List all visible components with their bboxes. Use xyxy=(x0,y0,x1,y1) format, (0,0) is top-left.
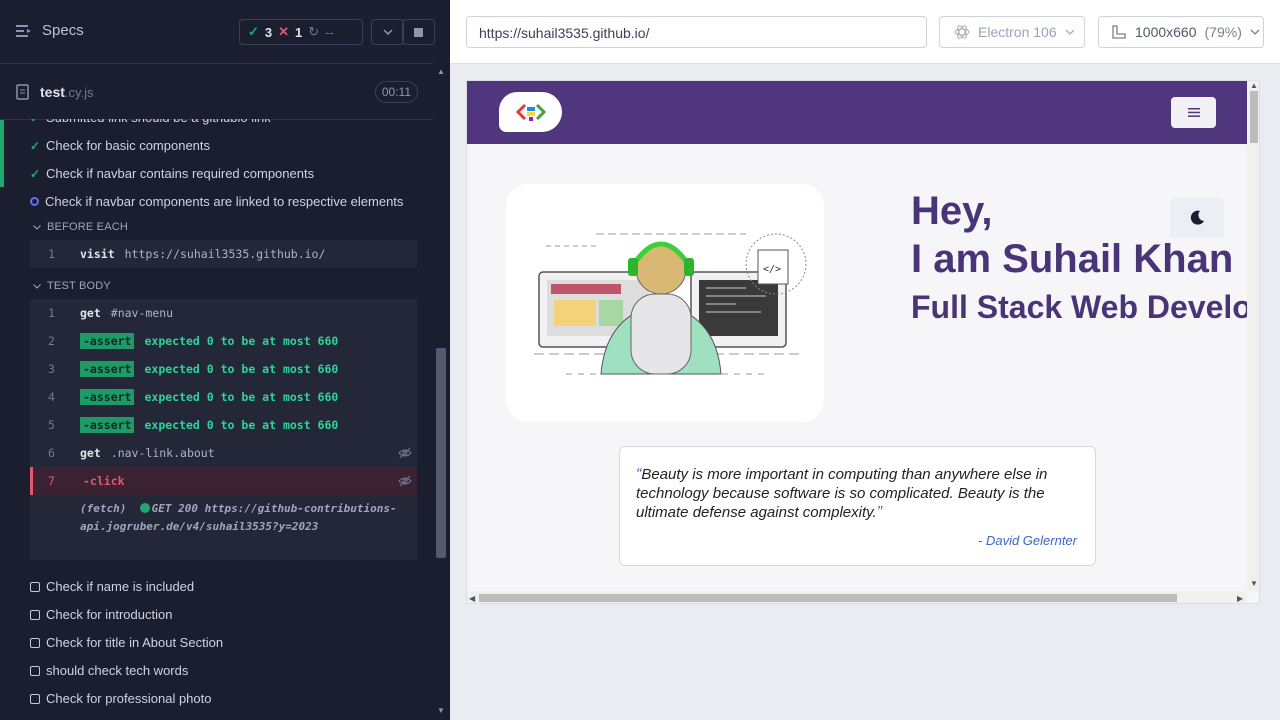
test-item[interactable]: Check for title in About Section xyxy=(30,635,223,650)
chevron-down-icon xyxy=(1250,29,1260,35)
collapse-button[interactable] xyxy=(371,19,404,45)
checkbox-icon xyxy=(30,637,40,648)
command-row-failed[interactable]: 7 -click xyxy=(30,467,417,495)
viewport-selector[interactable]: 1000x660 (79%) xyxy=(1098,16,1264,48)
chevron-down-icon xyxy=(33,224,41,230)
reporter-panel: Specs ✓ 3 ✕ 1 ↻ -- test.cy.js 00:11 ✓ Su… xyxy=(0,0,450,720)
pending-count: -- xyxy=(325,24,334,40)
iframe-horizontal-scrollbar[interactable]: ◀ ▶ xyxy=(467,591,1247,603)
stop-button[interactable] xyxy=(402,19,435,45)
test-item[interactable]: should check tech words xyxy=(30,663,188,678)
reporter-header: Specs ✓ 3 ✕ 1 ↻ -- xyxy=(0,0,435,64)
running-icon xyxy=(30,197,39,206)
stats-summary: ✓ 3 ✕ 1 ↻ -- xyxy=(239,19,363,45)
checkbox-icon xyxy=(30,581,40,592)
test-body-header[interactable]: TEST BODY xyxy=(33,280,111,292)
iframe-vertical-scroll-thumb[interactable] xyxy=(1250,91,1258,143)
scroll-down-icon[interactable]: ▼ xyxy=(1250,579,1258,588)
passed-indicator xyxy=(0,120,4,187)
scroll-up-icon[interactable]: ▲ xyxy=(1250,81,1258,90)
eye-slash-icon[interactable] xyxy=(398,474,412,488)
browser-selector[interactable]: Electron 106 xyxy=(939,16,1085,48)
scroll-right-icon[interactable]: ▶ xyxy=(1237,594,1243,603)
site-logo[interactable] xyxy=(499,92,562,132)
hamburger-icon xyxy=(1187,108,1200,117)
check-icon: ✓ xyxy=(30,138,41,153)
quote-card: “Beauty is more important in computing t… xyxy=(619,446,1096,566)
svg-text:</>: </> xyxy=(763,264,781,275)
test-item[interactable]: Check if name is included xyxy=(30,579,194,594)
stop-icon xyxy=(414,27,423,37)
file-icon xyxy=(16,84,29,100)
scroll-down-icon[interactable]: ▼ xyxy=(436,707,446,715)
command-row[interactable]: 5 -assert expected 0 to be at most 660 xyxy=(30,411,417,439)
close-quote-icon: ” xyxy=(876,504,883,521)
check-icon: ✓ xyxy=(30,166,41,181)
command-row[interactable]: 4 -assert expected 0 to be at most 660 xyxy=(30,383,417,411)
failed-count: 1 xyxy=(295,24,303,40)
moon-icon xyxy=(1190,210,1204,225)
chevron-down-icon xyxy=(382,29,393,35)
specs-title: Specs xyxy=(42,22,84,39)
assert-badge: -assert xyxy=(80,417,135,433)
iframe-horizontal-scroll-thumb[interactable] xyxy=(479,594,1177,602)
command-row[interactable]: 6 get .nav-link.about xyxy=(30,439,417,467)
quote-author: - David Gelernter xyxy=(978,533,1077,548)
aut-header: https://suhail3535.github.io/ Electron 1… xyxy=(450,0,1280,64)
pending-icon: ↻ xyxy=(308,24,320,39)
test-item[interactable]: Check for introduction xyxy=(30,607,172,622)
spec-name: test.cy.js xyxy=(40,84,94,100)
url-bar[interactable]: https://suhail3535.github.io/ xyxy=(466,16,927,48)
assert-badge: -assert xyxy=(80,361,135,377)
nav-menu-button[interactable] xyxy=(1171,97,1216,128)
hero-illustration: </> xyxy=(506,184,824,422)
assert-badge: -assert xyxy=(80,333,135,349)
command-row[interactable]: 3 -assert expected 0 to be at most 660 xyxy=(30,355,417,383)
check-icon: ✓ xyxy=(30,110,41,125)
menu-lines-icon xyxy=(16,24,31,37)
spec-file-row[interactable]: test.cy.js 00:11 xyxy=(16,78,418,106)
command-row[interactable]: 2 -assert expected 0 to be at most 660 xyxy=(30,327,417,355)
reporter-scroll-thumb[interactable] xyxy=(436,348,446,558)
test-item-running[interactable]: Check if navbar components are linked to… xyxy=(30,194,403,209)
test-item[interactable]: ✓ Check for basic components xyxy=(30,138,210,153)
command-row[interactable]: 1 visit https://suhail3535.github.io/ xyxy=(30,240,417,268)
checkbox-icon xyxy=(30,609,40,620)
hero-name: I am Suhail Khan xyxy=(911,237,1234,281)
theme-toggle-button[interactable] xyxy=(1170,198,1224,238)
aut-panel: https://suhail3535.github.io/ Electron 1… xyxy=(450,0,1280,720)
aut-iframe: </> Hey, I am Suhail Khan Full Stack Web… xyxy=(466,80,1260,604)
fetch-log[interactable]: (fetch) GET 200 https://github-contribut… xyxy=(80,500,410,536)
eye-slash-icon[interactable] xyxy=(398,446,412,460)
cross-icon: ✕ xyxy=(278,24,290,39)
status-dot-icon xyxy=(139,503,150,513)
before-each-header[interactable]: BEFORE EACH xyxy=(33,221,128,233)
hero-role: Full Stack Web Developer xyxy=(911,289,1259,325)
scroll-up-icon[interactable]: ▲ xyxy=(436,68,446,76)
developer-illustration: </> xyxy=(534,233,807,375)
chevron-down-icon xyxy=(33,283,41,289)
test-item[interactable]: Check for professional photo xyxy=(30,691,211,706)
code-logo-icon xyxy=(515,103,546,121)
assert-badge: -assert xyxy=(80,389,135,405)
quote-text: “Beauty is more important in computing t… xyxy=(636,466,1048,521)
test-item[interactable]: ✓ Check if navbar contains required comp… xyxy=(30,166,314,181)
check-icon: ✓ xyxy=(248,24,259,39)
duration-badge: 00:11 xyxy=(374,81,418,103)
chevron-down-icon xyxy=(1065,29,1075,35)
ruler-icon xyxy=(1112,25,1126,39)
test-item[interactable]: ✓ Submitted link should be a githubio li… xyxy=(30,110,271,125)
scroll-left-icon[interactable]: ◀ xyxy=(469,594,475,603)
checkbox-icon xyxy=(30,665,40,676)
before-each-commands: 1 visit https://suhail3535.github.io/ xyxy=(30,240,417,268)
iframe-vertical-scrollbar[interactable]: ▲ ▼ xyxy=(1247,81,1259,591)
command-row[interactable]: 1 get #nav-menu xyxy=(30,299,417,327)
site-navbar xyxy=(467,81,1247,144)
passed-count: 3 xyxy=(264,24,273,40)
spec-extension: .cy.js xyxy=(64,85,94,100)
checkbox-icon xyxy=(30,693,40,704)
electron-icon xyxy=(954,25,970,39)
specs-toggle[interactable]: Specs xyxy=(16,22,84,39)
